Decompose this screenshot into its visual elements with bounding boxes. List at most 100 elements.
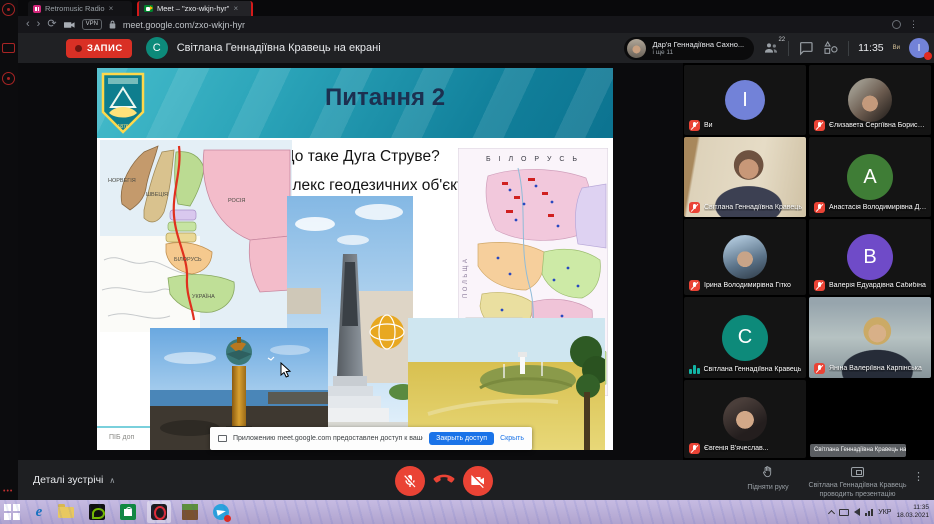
participant-tile[interactable]: Єлизавета Сергіївна Борисова (809, 65, 931, 135)
forward-icon[interactable]: › (37, 19, 41, 30)
browser-toolbar: ‹ › ⟳ VPN meet.google.com/zxo-wkjn-hyr ⋮ (18, 16, 934, 33)
hide-toast-link[interactable]: Скрыть (500, 435, 524, 442)
minecraft-icon[interactable] (181, 503, 199, 521)
svg-text:ПОЛЬЩА: ПОЛЬЩА (463, 257, 469, 298)
raise-hand-icon (761, 465, 775, 479)
vpn-badge[interactable]: VPN (82, 19, 102, 29)
meet-bottom-bar: Деталі зустрічі ∧ Підняти руку Світлана … (18, 460, 934, 500)
history-icon[interactable] (2, 3, 15, 16)
tab-title: Meet – "zxo-wkjn-hyr" (157, 4, 229, 13)
mic-muted-icon (814, 202, 825, 213)
camera-in-use-icon (64, 21, 75, 29)
svg-text:РОСІЯ: РОСІЯ (228, 198, 245, 204)
participant-name: Ірина Володимирівна Гітко (704, 282, 791, 289)
svg-text:1876: 1876 (117, 124, 128, 130)
slide-footer-line (97, 426, 155, 428)
screens-icon[interactable] (2, 43, 15, 53)
participant-tile-video[interactable]: Яніна Валеріївна Карпінська (809, 297, 931, 378)
participant-tile[interactable]: Ірина Володимирівна Гітко (684, 219, 806, 295)
file-explorer-icon[interactable] (57, 503, 75, 521)
reload-icon[interactable]: ⟳ (47, 19, 56, 30)
divider (848, 41, 849, 56)
mic-muted-icon (689, 120, 700, 131)
participant-tile-speaking[interactable]: C Світлана Геннадіївна Кравець (684, 297, 806, 378)
camera-off-button[interactable] (463, 466, 493, 496)
nvidia-icon[interactable] (88, 503, 106, 521)
back-icon[interactable]: ‹ (26, 19, 30, 30)
tab-strip: Retromusic Radio × Meet – "zxo-wkjn-hyr"… (18, 0, 934, 16)
profile-icon[interactable] (892, 20, 901, 29)
tab-retromusic[interactable]: Retromusic Radio × (28, 1, 132, 16)
browser-menu-icon[interactable]: ⋮ (909, 19, 918, 30)
participant-name: Ви (704, 122, 713, 129)
profile-hint: Ви (893, 45, 900, 51)
internet-explorer-icon[interactable]: e (30, 503, 48, 521)
participant-tile[interactable]: Євгенія В'ячеслав... (684, 380, 806, 458)
tray-clock[interactable]: 11:35 18.03.2021 (896, 504, 932, 520)
participant-name: Валерія Едуардівна Сабибіна (829, 282, 926, 289)
avatar (627, 39, 646, 58)
store-icon[interactable] (119, 503, 137, 521)
close-icon[interactable]: × (109, 5, 114, 13)
mic-muted-icon (689, 443, 700, 454)
participant-name: Анастасія Володимирівна Дв... (829, 204, 927, 211)
tray-expand-icon[interactable] (828, 509, 835, 516)
slide-title: Питання 2 (187, 84, 583, 112)
notification-badge (924, 52, 932, 60)
presentation-stage: 1876 Питання 2 Що таке Дуга Струве? Комп… (18, 63, 683, 460)
mic-muted-icon (814, 280, 825, 291)
participant-tile[interactable]: A Анастасія Володимирівна Дв... (809, 137, 931, 217)
participant-tile-video[interactable]: Світлана Геннадіївна Кравець (684, 137, 806, 217)
record-dot-icon (75, 45, 82, 52)
people-icon[interactable]: 22 (763, 40, 779, 56)
presenting-tooltip: Світлана Геннадіївна Кравець на екрані (810, 444, 906, 457)
tab-meet[interactable]: Meet – "zxo-wkjn-hyr" × (137, 1, 253, 16)
signal-icon[interactable] (865, 509, 873, 516)
avatar: A (847, 154, 893, 200)
meeting-clock: 11:35 (858, 42, 884, 54)
sidebar-more-icon[interactable]: ••• (3, 488, 13, 495)
mic-off-icon (402, 473, 418, 489)
keyboard-language[interactable]: УКР (878, 509, 891, 516)
close-icon[interactable]: × (233, 5, 238, 13)
system-tray: УКР 11:35 18.03.2021 (829, 500, 932, 524)
speaking-indicator-icon (689, 364, 700, 374)
participant-name: Євгенія В'ячеслав... (704, 445, 769, 452)
svg-text:НОРВЕГІЯ: НОРВЕГІЯ (108, 178, 136, 184)
screen-share-toast: Приложению meet.google.com предоставлен … (210, 427, 532, 450)
start-button[interactable] (3, 503, 21, 521)
participant-tile[interactable]: B Валерія Едуардівна Сабибіна (809, 219, 931, 295)
account-avatar[interactable]: I (909, 38, 929, 58)
notification-badge (224, 515, 231, 522)
participant-name: Світлана Геннадіївна Кравець (704, 366, 802, 373)
more-options-icon[interactable]: ⋮ (913, 470, 924, 483)
participants-chip[interactable]: Дар'я Геннадіївна Сахно... і ще 11 (624, 37, 754, 60)
leave-call-button[interactable] (431, 472, 457, 488)
divider (788, 41, 789, 56)
speaker-icon[interactable] (854, 508, 860, 516)
mic-off-button[interactable] (395, 466, 425, 496)
activities-icon[interactable] (823, 40, 839, 56)
participant-name: Світлана Геннадіївна Кравець (704, 204, 802, 211)
telegram-icon[interactable] (212, 503, 230, 521)
player-icon[interactable] (2, 72, 15, 85)
stop-sharing-button[interactable]: Закрыть доступ (429, 432, 494, 445)
avatar (848, 78, 892, 122)
presenting-status[interactable]: Світлана Геннадіївна Кравецьпроводить пр… (795, 464, 920, 500)
meeting-details-button[interactable]: Деталі зустрічі ∧ (33, 474, 115, 486)
participant-name: Яніна Валеріївна Карпінська (829, 365, 922, 372)
participant-tile-you[interactable]: I Ви (684, 65, 806, 135)
opera-gx-icon[interactable] (150, 503, 168, 521)
struve-arc-map-image: НОРВЕГІЯ ШВЕЦІЯ РОСІЯ БІЛОРУСЬ УКРАЇНА (100, 140, 292, 332)
address-url[interactable]: meet.google.com/zxo-wkjn-hyr (123, 20, 245, 30)
raise-hand-button[interactable]: Підняти руку (733, 465, 803, 493)
network-icon[interactable] (839, 509, 849, 516)
chat-icon[interactable] (798, 40, 814, 56)
lock-icon (109, 20, 116, 29)
browser-side-strip: ••• (0, 0, 18, 500)
camera-off-icon (470, 473, 486, 489)
music-tab-icon (33, 5, 41, 13)
slide-footer-text: ПІБ доп (109, 434, 134, 441)
svg-text:Б І Л О Р У С Ь: Б І Л О Р У С Ь (486, 156, 580, 163)
participants-panel: I Ви Єлизавета Сергіївна Борисова Світла… (683, 63, 934, 460)
